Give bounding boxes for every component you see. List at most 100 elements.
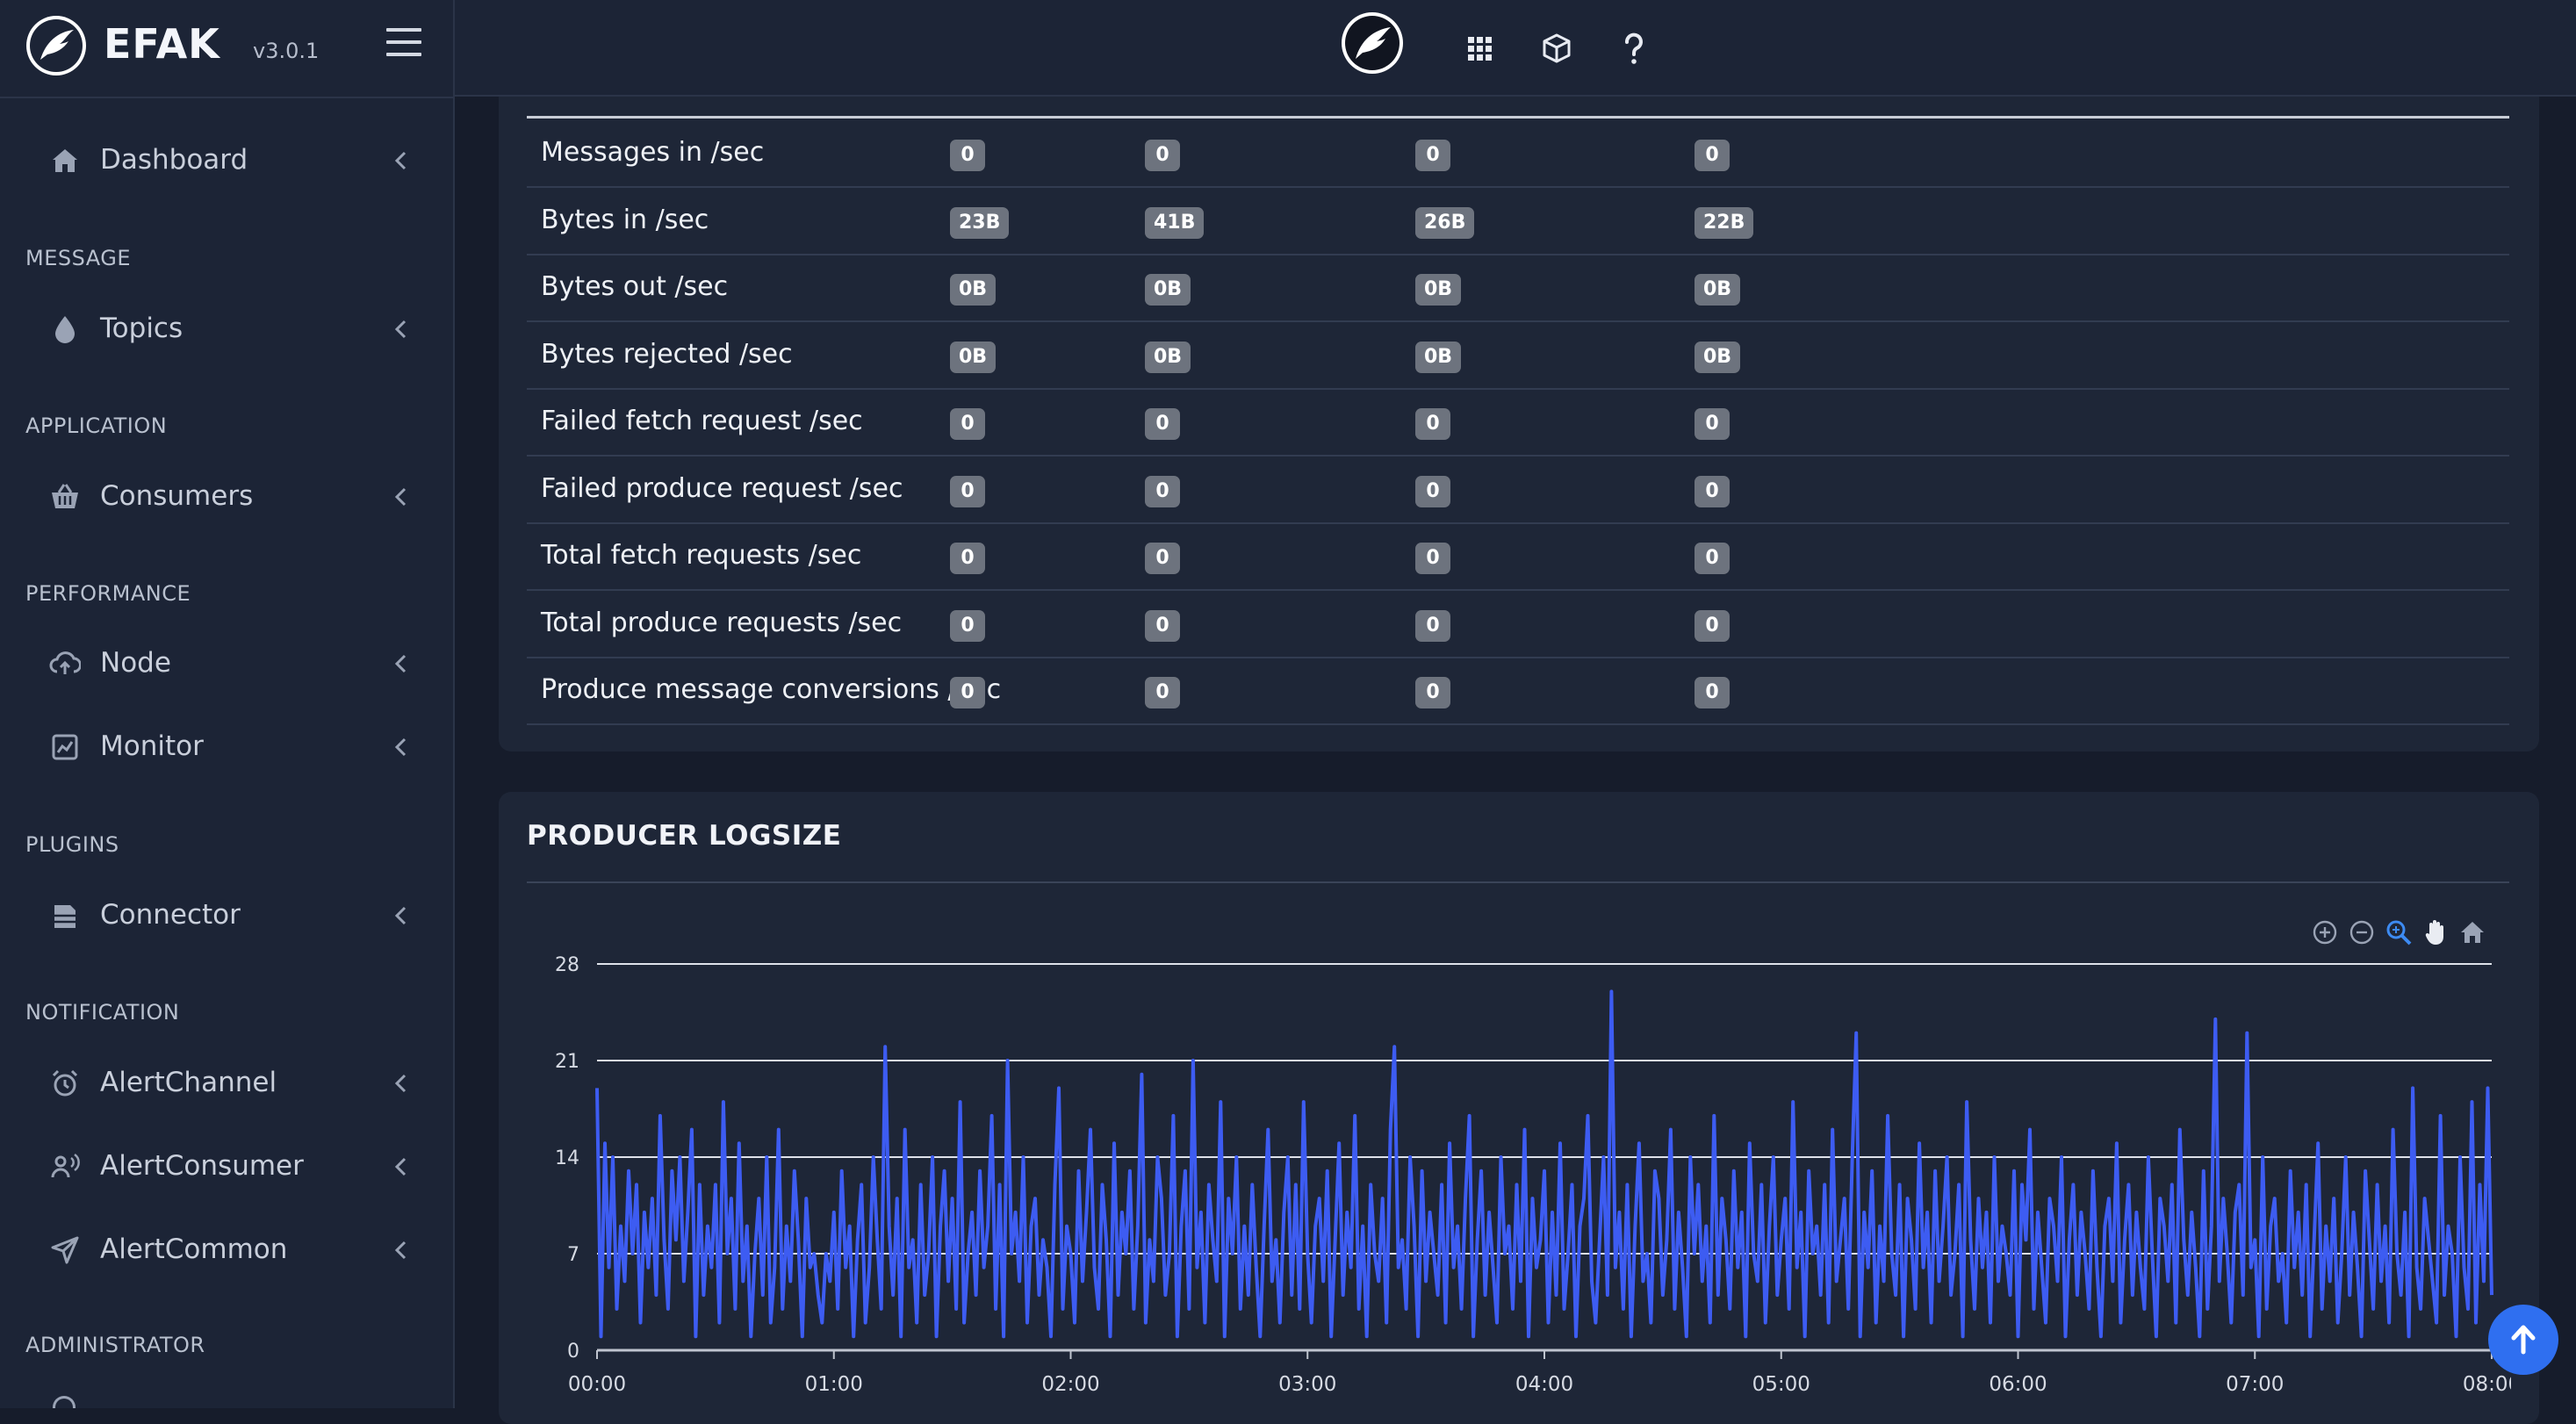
brand-name: EFAK [104, 20, 220, 68]
chevron-left-icon [394, 151, 407, 170]
sidebar-item-dashboard[interactable]: Dashboard [0, 130, 453, 191]
y-tick-label: 0 [567, 1341, 579, 1363]
user-voice-icon [51, 1153, 80, 1178]
metric-value-badge: 0 [1145, 543, 1180, 574]
metric-value-badge: 0 [1415, 140, 1450, 171]
y-tick-label: 21 [555, 1051, 579, 1073]
package-icon[interactable] [1528, 19, 1586, 77]
sidebar-item-topics[interactable]: Topics [0, 298, 453, 360]
sidebar-item-label: Dashboard [100, 144, 248, 176]
table-row: Produce message conversions /sec 0 0 0 0 [527, 657, 2509, 725]
user-icon [53, 1396, 76, 1408]
metric-value-badge: 0B [950, 341, 997, 373]
metric-value-badge: 0 [1415, 408, 1450, 440]
apps-grid-icon[interactable] [1450, 19, 1508, 77]
sidebar-item-label: Node [100, 647, 171, 679]
chevron-left-icon [394, 320, 407, 339]
table-row: Bytes in /sec 23B 41B 26B 22B [527, 187, 2509, 255]
metric-value-badge: 0B [1695, 274, 1741, 306]
metric-value-badge: 0 [1415, 475, 1450, 507]
producer-logsize-chart[interactable]: 0 7 14 21 28 00:00 01:00 02:00 03:00 04:00 05:00 06… [527, 931, 2511, 1408]
sidebar-item-alertcommon[interactable]: AlertCommon [0, 1219, 453, 1281]
metric-label: Bytes out /sec [541, 271, 729, 302]
help-icon[interactable] [1605, 19, 1663, 77]
sidebar-item-label: Connector [100, 899, 241, 931]
arrow-up-icon [2511, 1325, 2536, 1355]
table-row: Total produce requests /sec 0 0 0 0 [527, 590, 2509, 658]
y-tick-label: 14 [555, 1147, 579, 1169]
metric-value-badge: 0 [1415, 677, 1450, 708]
metric-value-badge: 0 [1695, 609, 1730, 642]
sidebar-item-label: Topics [100, 313, 183, 344]
scroll-to-top-button[interactable] [2488, 1305, 2558, 1375]
metric-value-badge: 0 [950, 140, 985, 171]
metric-value-badge: 0 [1145, 677, 1180, 708]
metric-value-badge: 0 [1695, 677, 1730, 708]
menu-toggle-icon[interactable] [386, 28, 421, 60]
chart-monitor-icon [52, 734, 78, 760]
metric-value-badge: 0 [1695, 475, 1730, 507]
metric-label: Failed produce request /sec [541, 472, 903, 504]
alarm-clock-icon [52, 1069, 78, 1097]
metric-label: Total produce requests /sec [541, 607, 903, 638]
table-row: Bytes out /sec 0B 0B 0B 0B [527, 254, 2509, 322]
metric-value-badge: 23B [950, 206, 1010, 239]
sidebar-section-plugins: PLUGINS [25, 832, 119, 857]
efak-logo-icon[interactable] [26, 16, 86, 76]
sidebar-item-monitor[interactable]: Monitor [0, 716, 453, 778]
sidebar-item-label: Monitor [100, 730, 204, 762]
metric-label: Total fetch requests /sec [541, 540, 862, 571]
sidebar-item-alertconsumer[interactable]: AlertConsumer [0, 1136, 453, 1197]
avatar-logo-icon[interactable] [1340, 11, 1405, 76]
metric-value-badge: 0B [1145, 274, 1191, 306]
sidebar-item-alertchannel[interactable]: AlertChannel [0, 1053, 453, 1114]
x-tick-label: 07:00 [2226, 1373, 2284, 1396]
table-row: Failed produce request /sec 0 0 0 0 [527, 456, 2509, 524]
metric-label: Messages in /sec [541, 137, 765, 168]
sidebar-item-label: AlertChannel [100, 1067, 277, 1098]
metric-value-badge: 0 [950, 543, 985, 574]
x-tick-label: 05:00 [1752, 1373, 1810, 1396]
sidebar-item-label: Consumers [100, 480, 254, 512]
sidebar-item-label: AlertConsumer [100, 1150, 304, 1182]
metric-value-badge: 0B [1415, 274, 1462, 306]
metric-value-badge: 0 [1695, 408, 1730, 440]
sidebar-section-application: APPLICATION [25, 414, 168, 438]
chevron-left-icon [394, 1074, 407, 1093]
x-tick-label: 06:00 [1989, 1373, 2047, 1396]
metric-value-badge: 0B [1415, 341, 1462, 373]
metric-value-badge: 0 [950, 408, 985, 440]
table-row: Failed fetch request /sec 0 0 0 0 [527, 388, 2509, 457]
panel-title: PRODUCER LOGSIZE [527, 820, 842, 852]
metric-value-badge: 0 [1145, 475, 1180, 507]
home-icon [53, 149, 77, 172]
metric-value-badge: 0 [1695, 543, 1730, 574]
top-bar [455, 0, 2576, 97]
x-tick-label: 00:00 [568, 1373, 626, 1396]
droplet-icon [55, 316, 75, 343]
metric-value-badge: 41B [1145, 206, 1205, 239]
metric-label: Failed fetch request /sec [541, 406, 863, 436]
metric-value-badge: 0B [950, 274, 997, 306]
chevron-left-icon [394, 1157, 407, 1176]
sidebar-item-node[interactable]: Node [0, 633, 453, 694]
table-row: Bytes rejected /sec 0B 0B 0B 0B [527, 321, 2509, 390]
y-tick-label: 28 [555, 954, 579, 976]
sidebar-item-consumers[interactable]: Consumers [0, 466, 453, 528]
sidebar-item-connector[interactable]: Connector [0, 885, 453, 946]
metric-value-badge: 22B [1695, 206, 1754, 239]
sidebar-item-label: AlertCommon [100, 1233, 288, 1265]
metric-value-badge: 0B [1145, 341, 1191, 373]
sidebar-section-administrator: ADMINISTRATOR [25, 1333, 205, 1357]
metric-value-badge: 0 [1145, 609, 1180, 642]
metric-label: Bytes in /sec [541, 204, 709, 235]
metric-value-badge: 0 [950, 609, 985, 642]
metric-value-badge: 0 [1145, 408, 1180, 440]
metric-value-badge: 0B [1695, 341, 1741, 373]
table-row: Messages in /sec 0 0 0 0 [527, 119, 2509, 188]
y-tick-label: 7 [567, 1244, 579, 1266]
metric-value-badge: 0 [950, 677, 985, 708]
producer-logsize-series-line [595, 989, 2493, 1339]
metric-value-badge: 0 [950, 475, 985, 507]
basket-icon [52, 484, 78, 508]
